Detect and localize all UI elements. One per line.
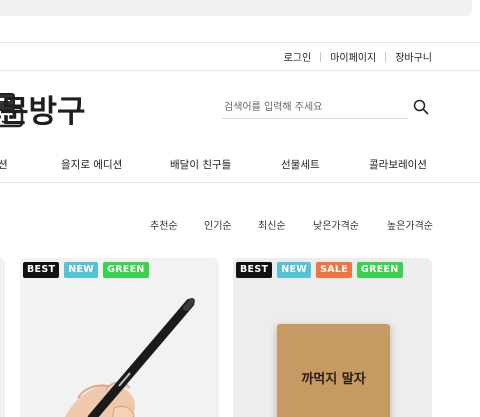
badge-group: BEST NEW SALE GREEN xyxy=(236,262,403,278)
product-card[interactable]: 까먹지 말자 BEST NEW SALE GREEN xyxy=(233,258,432,417)
badge-green: GREEN xyxy=(103,262,149,278)
pencil-in-hand-photo xyxy=(20,258,219,417)
nav-item-euljiro-edition[interactable]: 을지로 에디션 xyxy=(61,157,122,172)
sort-popular[interactable]: 인기순 xyxy=(204,217,232,232)
utility-nav: 로그인 마이페이지 장바구니 xyxy=(284,49,432,64)
divider xyxy=(385,51,387,62)
cart-link[interactable]: 장바구니 xyxy=(395,49,432,64)
badge-new: NEW xyxy=(277,262,312,278)
search-icon xyxy=(413,99,429,115)
sort-high-price[interactable]: 높은가격순 xyxy=(387,217,433,232)
browser-toolbar xyxy=(0,0,480,18)
badge-group: BEST NEW GREEN xyxy=(23,262,149,278)
search-bar xyxy=(222,97,434,121)
nav-item-baedal-friends[interactable]: 배달이 친구들 xyxy=(170,157,231,172)
nav-item-collaboration[interactable]: 콜라보레이션 xyxy=(369,157,427,172)
sort-recommended[interactable]: 추천순 xyxy=(150,217,178,232)
address-bar[interactable] xyxy=(0,0,472,16)
nav-item-edition[interactable]: 션 xyxy=(0,157,8,172)
sort-newest[interactable]: 최신순 xyxy=(258,217,286,232)
divider xyxy=(320,51,322,62)
divider xyxy=(0,70,480,71)
nav-item-gift-set[interactable]: 선물세트 xyxy=(281,157,320,172)
mypage-link[interactable]: 마이페이지 xyxy=(330,49,376,64)
product-image-text: 까먹지 말자 xyxy=(301,372,366,387)
logo-text: 문방구 xyxy=(0,94,86,130)
kraft-notebook-photo: 까먹지 말자 xyxy=(277,324,390,417)
badge-best: BEST xyxy=(236,262,273,278)
main-nav: 션 을지로 에디션 배달이 친구들 선물세트 콜라보레이션 xyxy=(0,145,480,183)
divider xyxy=(0,42,480,43)
login-link[interactable]: 로그인 xyxy=(284,49,312,64)
search-button[interactable] xyxy=(412,99,430,117)
badge-new: NEW xyxy=(64,262,99,278)
site-logo[interactable]: 문방구 xyxy=(0,80,116,136)
badge-green: GREEN xyxy=(357,262,403,278)
badge-best: BEST xyxy=(23,262,60,278)
sort-low-price[interactable]: 낮은가격순 xyxy=(313,217,359,232)
search-input[interactable] xyxy=(222,97,408,119)
product-card[interactable] xyxy=(0,258,5,417)
product-card[interactable]: BEST NEW GREEN xyxy=(20,258,219,417)
badge-sale: SALE xyxy=(316,262,353,278)
